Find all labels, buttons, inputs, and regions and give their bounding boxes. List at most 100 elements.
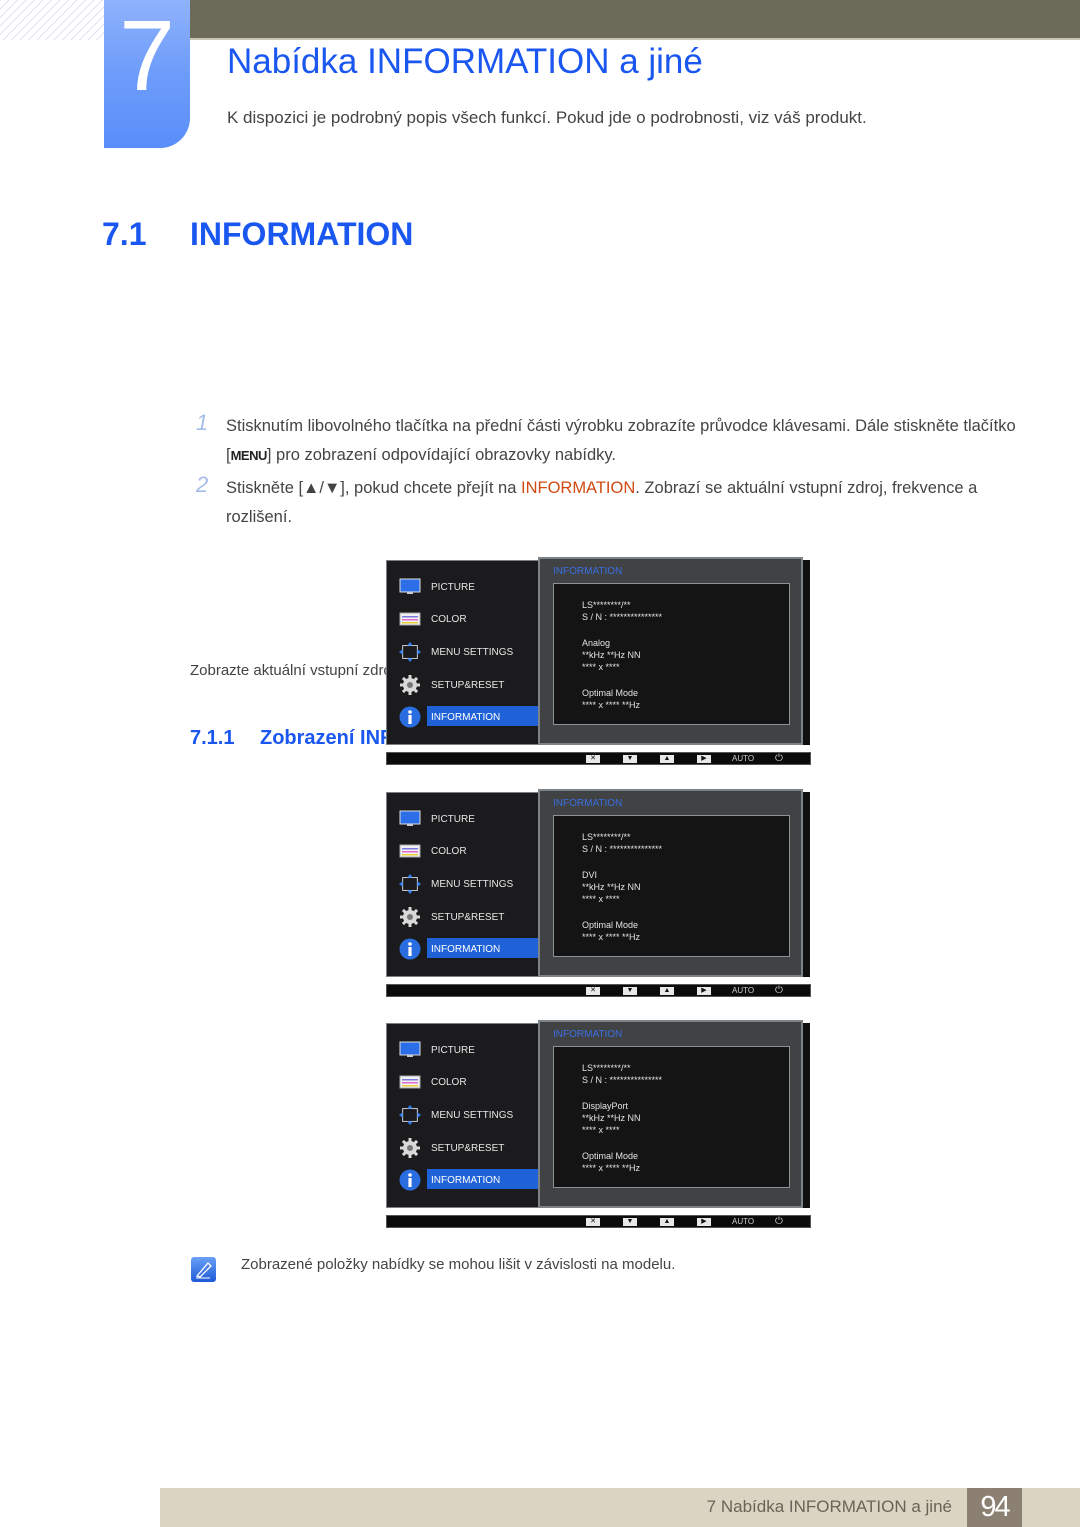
monitor-icon xyxy=(399,1039,421,1061)
osd-screenshot-2: PICTURE COLOR MENU SETTINGS SETUP&RESET xyxy=(386,789,811,999)
osd-key-guide: ✕ ▼ ▲ ▶ AUTO ⏻ xyxy=(386,984,811,997)
down-arrow-icon[interactable]: ▼ xyxy=(623,987,637,995)
subsection-number: 7.1.1 xyxy=(190,727,235,749)
close-icon[interactable]: ✕ xyxy=(586,987,600,995)
osd-menu-item-information[interactable]: INFORMATION xyxy=(399,1169,541,1191)
optimal-mode-value: **** x **** **Hz xyxy=(582,700,641,710)
model-name: LS********/** xyxy=(582,600,631,610)
footer-chapter-title: 7 Nabídka INFORMATION a jiné xyxy=(706,1497,952,1516)
optimal-mode-value: **** x **** **Hz xyxy=(582,1163,641,1173)
osd-menu-label: MENU SETTINGS xyxy=(431,1109,514,1121)
optimal-mode-label: Optimal Mode xyxy=(582,920,639,930)
osd-key-guide: ✕ ▼ ▲ ▶ AUTO ⏻ xyxy=(386,752,811,765)
osd-menu-label: COLOR xyxy=(431,613,467,625)
info-icon xyxy=(399,1169,421,1191)
color-palette-icon xyxy=(399,840,421,862)
right-arrow-icon[interactable]: ▶ xyxy=(697,987,711,995)
step-text-part: Stiskněte [▲/▼], pokud chcete přejít na xyxy=(226,479,521,497)
osd-screenshot-1: PICTURE COLOR MENU SETTINGS SETUP&RESET xyxy=(386,557,811,767)
frequency: **kHz **Hz NN xyxy=(582,882,641,892)
osd-menu-item-menu-settings[interactable]: MENU SETTINGS xyxy=(399,873,539,895)
power-icon[interactable]: ⏻ xyxy=(775,753,783,764)
gear-icon xyxy=(399,1137,421,1159)
osd-menu-item-setup-reset[interactable]: SETUP&RESET xyxy=(399,907,539,927)
gear-icon xyxy=(399,906,421,928)
osd-info-box: LS********/** S / N : *************** Di… xyxy=(553,1046,790,1188)
osd-right-edge xyxy=(803,792,810,977)
osd-menu-item-information[interactable]: INFORMATION xyxy=(399,706,541,728)
osd-menu-label: COLOR xyxy=(431,1076,467,1088)
frequency: **kHz **Hz NN xyxy=(582,650,641,660)
down-arrow-icon[interactable]: ▼ xyxy=(623,1218,637,1226)
power-icon[interactable]: ⏻ xyxy=(775,985,783,996)
osd-menu-item-picture[interactable]: PICTURE xyxy=(399,577,539,597)
osd-menu-item-picture[interactable]: PICTURE xyxy=(399,809,539,829)
info-icon xyxy=(399,938,421,960)
osd-menu-label: INFORMATION xyxy=(431,943,501,955)
right-arrow-icon[interactable]: ▶ xyxy=(697,1218,711,1226)
arrows-move-icon xyxy=(399,873,421,895)
power-icon[interactable]: ⏻ xyxy=(775,1216,783,1227)
down-arrow-icon[interactable]: ▼ xyxy=(623,755,637,763)
osd-menu-label: SETUP&RESET xyxy=(431,679,505,691)
osd-menu-label: PICTURE xyxy=(431,813,475,825)
input-source: DVI xyxy=(582,870,598,880)
optimal-mode-label: Optimal Mode xyxy=(582,1151,639,1161)
monitor-icon xyxy=(399,576,421,598)
serial-number: S / N : *************** xyxy=(582,612,663,622)
right-arrow-icon[interactable]: ▶ xyxy=(697,755,711,763)
osd-menu-item-setup-reset[interactable]: SETUP&RESET xyxy=(399,675,539,695)
optimal-mode-value: **** x **** **Hz xyxy=(582,932,641,942)
section-number: 7.1 xyxy=(102,216,147,252)
osd-menu-item-menu-settings[interactable]: MENU SETTINGS xyxy=(399,1104,539,1126)
up-arrow-icon[interactable]: ▲ xyxy=(660,1218,674,1226)
section-title: INFORMATION xyxy=(190,216,414,252)
page-footer: 7 Nabídka INFORMATION a jiné 94 xyxy=(160,1488,1080,1527)
auto-button[interactable]: AUTO xyxy=(732,1217,754,1226)
auto-button[interactable]: AUTO xyxy=(732,986,754,995)
osd-menu-label: INFORMATION xyxy=(431,1174,501,1186)
frequency: **kHz **Hz NN xyxy=(582,1113,641,1123)
osd-menu-label: COLOR xyxy=(431,845,467,857)
page-number: 94 xyxy=(967,1488,1022,1527)
osd-panel-title: INFORMATION xyxy=(553,798,623,809)
color-palette-icon xyxy=(399,1071,421,1093)
osd-right-edge xyxy=(803,560,810,745)
chapter-number-tab: 7 xyxy=(104,0,190,148)
monitor-icon xyxy=(399,808,421,830)
osd-information-panel: INFORMATION LS********/** S / N : ******… xyxy=(538,1020,803,1208)
chapter-intro: K dispozici je podrobný popis všech funk… xyxy=(227,108,867,127)
osd-panel-title: INFORMATION xyxy=(553,566,623,577)
input-source: Analog xyxy=(582,638,611,648)
osd-menu-label: SETUP&RESET xyxy=(431,911,505,923)
gear-icon xyxy=(399,674,421,696)
up-arrow-icon[interactable]: ▲ xyxy=(660,755,674,763)
osd-info-box: LS********/** S / N : *************** An… xyxy=(553,583,790,725)
menu-key-label: MENU xyxy=(230,447,268,463)
header-bar xyxy=(190,0,1080,38)
osd-menu-item-menu-settings[interactable]: MENU SETTINGS xyxy=(399,641,539,663)
color-palette-icon xyxy=(399,608,421,630)
up-arrow-icon[interactable]: ▲ xyxy=(660,987,674,995)
close-icon[interactable]: ✕ xyxy=(586,755,600,763)
osd-menu-item-information[interactable]: INFORMATION xyxy=(399,938,541,960)
step-text: Stiskněte [▲/▼], pokud chcete přejít na … xyxy=(226,474,1016,531)
arrows-move-icon xyxy=(399,1104,421,1126)
osd-menu-item-color[interactable]: COLOR xyxy=(399,609,539,629)
osd-menu-label: SETUP&RESET xyxy=(431,1142,505,1154)
osd-menu-item-color[interactable]: COLOR xyxy=(399,1072,539,1092)
note-text: Zobrazené položky nabídky se mohou lišit… xyxy=(241,1256,676,1273)
osd-menu-label: PICTURE xyxy=(431,581,475,593)
step-text-part: ] pro zobrazení odpovídající obrazovky n… xyxy=(266,445,617,464)
model-name: LS********/** xyxy=(582,832,631,842)
osd-menu-item-color[interactable]: COLOR xyxy=(399,841,539,861)
osd-menu-item-picture[interactable]: PICTURE xyxy=(399,1040,539,1060)
auto-button[interactable]: AUTO xyxy=(732,754,754,763)
osd-menu-label: PICTURE xyxy=(431,1044,475,1056)
close-icon[interactable]: ✕ xyxy=(586,1218,600,1226)
osd-info-box: LS********/** S / N : *************** DV… xyxy=(553,815,790,957)
osd-right-edge xyxy=(803,1023,810,1208)
osd-screenshot-3: PICTURE COLOR MENU SETTINGS SETUP&RESET xyxy=(386,1020,811,1230)
header-bar-divider xyxy=(190,38,1080,40)
osd-menu-item-setup-reset[interactable]: SETUP&RESET xyxy=(399,1138,539,1158)
